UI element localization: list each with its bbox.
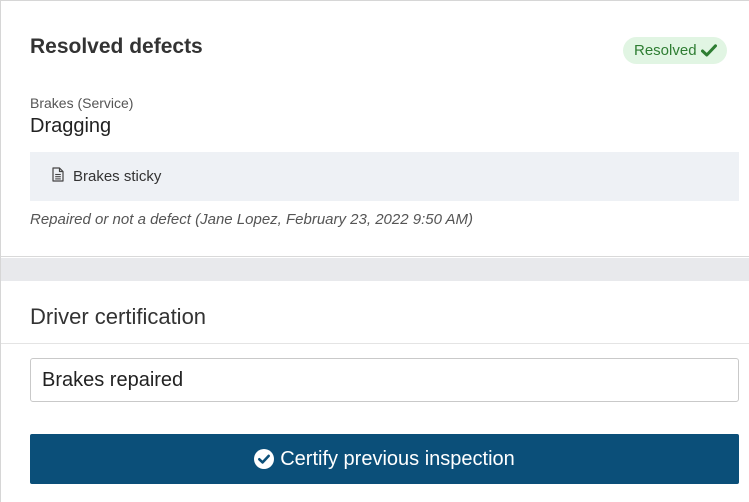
check-circle-icon — [254, 449, 275, 469]
section-divider — [1, 258, 749, 281]
certify-button-label: Certify previous inspection — [280, 447, 515, 470]
status-badge: Resolved — [623, 37, 727, 64]
resolved-defects-card: Resolved defects Resolved Brakes (Servic… — [1, 1, 749, 257]
divider — [1, 343, 749, 344]
certification-remarks-input[interactable] — [30, 358, 739, 402]
defect-note: Brakes sticky — [30, 152, 739, 201]
document-icon — [52, 166, 64, 187]
defect-note-text: Brakes sticky — [73, 168, 162, 185]
status-badge-label: Resolved — [634, 42, 697, 59]
defect-name: Dragging — [30, 115, 112, 137]
resolution-text: Repaired or not a defect (Jane Lopez, Fe… — [30, 211, 474, 228]
certify-previous-inspection-button[interactable]: Certify previous inspection — [30, 434, 739, 484]
checkmark-icon — [700, 44, 717, 57]
defect-category: Brakes (Service) — [30, 95, 134, 111]
resolved-defects-title: Resolved defects — [30, 35, 203, 58]
driver-certification-title: Driver certification — [30, 304, 207, 329]
inspection-panel: Resolved defects Resolved Brakes (Servic… — [0, 0, 749, 502]
